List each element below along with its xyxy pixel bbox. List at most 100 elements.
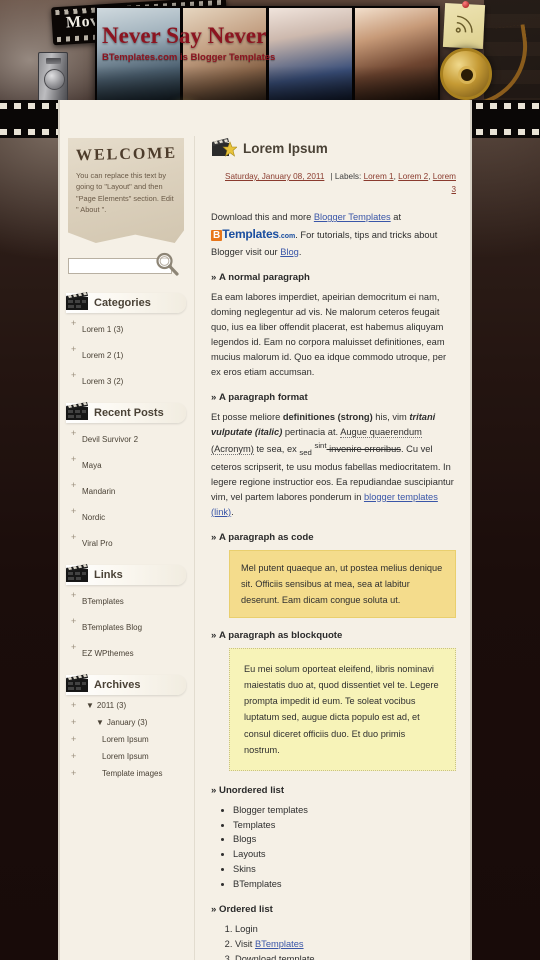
post-date[interactable]: Saturday, January 08, 2011 bbox=[225, 170, 324, 183]
guillemet-icon: » bbox=[211, 392, 220, 404]
search-icon bbox=[156, 252, 179, 276]
recent-post-link[interactable]: Mandarin bbox=[82, 487, 115, 496]
list-item[interactable]: Lorem 3 (2) bbox=[66, 370, 186, 389]
heading-text: Ordered list bbox=[219, 903, 273, 915]
archive-year-label[interactable]: 2011 (3) bbox=[97, 701, 126, 710]
widget-title: Archives bbox=[94, 679, 141, 691]
blog-link[interactable]: Blog bbox=[280, 247, 299, 257]
site-header: Movie. . . Never Say Never BTemplates.co… bbox=[0, 0, 540, 108]
intro-end: . bbox=[298, 246, 302, 257]
archive-year[interactable]: ▼2011 (3) bbox=[66, 700, 186, 710]
list-item[interactable]: Lorem 2 (1) bbox=[66, 344, 186, 363]
widget-title: Links bbox=[94, 569, 123, 581]
main-content: Lorem Ipsum Saturday, January 08, 2011 |… bbox=[194, 136, 470, 960]
clapperboard-icon bbox=[66, 564, 88, 582]
heading-paragraph-code: » A paragraph as code bbox=[211, 532, 456, 543]
widget-title: Recent Posts bbox=[94, 407, 164, 419]
recent-post-link[interactable]: Devil Survivor 2 bbox=[82, 435, 138, 444]
format-t4: te sea, ex bbox=[253, 444, 300, 455]
list-item[interactable]: EZ WPthemes bbox=[66, 642, 186, 661]
external-link[interactable]: BTemplates Blog bbox=[82, 623, 142, 632]
list-item: Templates bbox=[233, 818, 456, 833]
widget-list: Devil Survivor 2 Maya Mandarin Nordic Vi… bbox=[66, 428, 186, 551]
page-root: Movie. . . Never Say Never BTemplates.co… bbox=[0, 0, 540, 960]
list-item[interactable]: Devil Survivor 2 bbox=[66, 428, 186, 447]
format-t1: Et posse meliore bbox=[211, 412, 283, 423]
category-link[interactable]: Lorem 2 (1) bbox=[82, 351, 123, 360]
heading-text: Unordered list bbox=[219, 784, 285, 796]
heading-normal-paragraph: » A normal paragraph bbox=[211, 272, 456, 283]
list-item[interactable]: Maya bbox=[66, 454, 186, 473]
widget-categories: Categories Lorem 1 (3) Lorem 2 (1) Lorem… bbox=[66, 292, 186, 389]
clapperboard-icon bbox=[66, 292, 88, 310]
list-item: Download template bbox=[235, 952, 456, 960]
blogger-templates-link[interactable]: Blogger Templates bbox=[314, 212, 391, 222]
format-t3: pertinacia at. bbox=[282, 427, 341, 438]
list-item[interactable]: Viral Pro bbox=[66, 532, 186, 551]
list-item[interactable]: Mandarin bbox=[66, 480, 186, 499]
list-item[interactable]: BTemplates bbox=[66, 590, 186, 609]
archive-post-label[interactable]: Lorem Ipsum bbox=[102, 735, 149, 744]
heading-paragraph-format: » A paragraph format bbox=[211, 392, 456, 403]
post-title: Lorem Ipsum bbox=[243, 140, 328, 156]
list-item: Skins bbox=[233, 862, 456, 877]
format-deleted: invenire erroribus bbox=[326, 444, 401, 455]
chevron-down-icon[interactable]: ▼ bbox=[96, 718, 104, 727]
recent-post-link[interactable]: Nordic bbox=[82, 513, 105, 522]
format-paragraph: Et posse meliore definitiones (strong) h… bbox=[211, 410, 456, 520]
pushpin-icon bbox=[461, 0, 470, 9]
sidebar: WELCOME You can replace this text by goi… bbox=[60, 136, 190, 960]
list-item[interactable]: Lorem 1 (3) bbox=[66, 318, 186, 337]
btemplates-logo: B Templates .com bbox=[211, 225, 295, 244]
post-meta: Saturday, January 08, 2011 | Labels: Lor… bbox=[225, 170, 456, 195]
recent-post-link[interactable]: Maya bbox=[82, 461, 102, 470]
archive-post-label[interactable]: Template images bbox=[102, 769, 162, 778]
chevron-down-icon[interactable]: ▼ bbox=[86, 701, 94, 710]
widget-header: Recent Posts bbox=[66, 402, 186, 423]
poster-gallery bbox=[95, 6, 440, 104]
archive-month[interactable]: ▼January (3) bbox=[66, 717, 186, 727]
format-strong: definitiones (strong) bbox=[282, 412, 373, 423]
heading-paragraph-blockquote: » A paragraph as blockquote bbox=[211, 630, 456, 641]
list-item: Blogs bbox=[233, 832, 456, 847]
archive-post[interactable]: Lorem Ipsum bbox=[66, 734, 186, 744]
clapperboard-icon bbox=[66, 402, 88, 420]
btemplates-b: B bbox=[211, 230, 223, 242]
widget-header: Categories bbox=[66, 292, 186, 313]
guillemet-icon: » bbox=[211, 271, 220, 283]
heading-text: A normal paragraph bbox=[219, 271, 310, 283]
speaker-decoration bbox=[38, 52, 68, 106]
widget-list: Lorem 1 (3) Lorem 2 (1) Lorem 3 (2) bbox=[66, 318, 186, 389]
post-label-1[interactable]: Lorem 1 bbox=[364, 172, 394, 181]
guillemet-icon: » bbox=[211, 903, 220, 915]
columns: WELCOME You can replace this text by goi… bbox=[60, 100, 470, 960]
btemplates-link[interactable]: BTemplates bbox=[255, 939, 304, 949]
list-item: Blogger templates bbox=[233, 803, 456, 818]
list-item[interactable]: BTemplates Blog bbox=[66, 616, 186, 635]
heading-unordered-list: » Unordered list bbox=[211, 785, 456, 796]
search-widget bbox=[68, 252, 182, 279]
post-label-3[interactable]: Lorem 3 bbox=[433, 172, 456, 194]
post-header: Lorem Ipsum bbox=[211, 136, 456, 160]
guillemet-icon: » bbox=[211, 531, 220, 543]
archive-post[interactable]: Template images bbox=[66, 768, 186, 778]
external-link[interactable]: EZ WPthemes bbox=[82, 649, 134, 658]
guillemet-icon: » bbox=[211, 630, 220, 642]
widget-header: Links bbox=[66, 564, 186, 585]
list-item: BTemplates bbox=[233, 877, 456, 892]
post-label-2[interactable]: Lorem 2 bbox=[398, 172, 428, 181]
list-item: Visit BTemplates bbox=[235, 937, 456, 952]
archive-post-label[interactable]: Lorem Ipsum bbox=[102, 752, 149, 761]
list-item[interactable]: Nordic bbox=[66, 506, 186, 525]
widget-links: Links BTemplates BTemplates Blog EZ WPth… bbox=[66, 564, 186, 661]
archive-month-label[interactable]: January (3) bbox=[107, 718, 147, 727]
clapperboard-icon bbox=[66, 674, 88, 692]
poster-1 bbox=[97, 8, 180, 102]
external-link[interactable]: BTemplates bbox=[82, 597, 124, 606]
poster-4 bbox=[355, 8, 438, 102]
search-button[interactable] bbox=[154, 251, 180, 277]
category-link[interactable]: Lorem 1 (3) bbox=[82, 325, 123, 334]
category-link[interactable]: Lorem 3 (2) bbox=[82, 377, 123, 386]
archive-post[interactable]: Lorem Ipsum bbox=[66, 751, 186, 761]
recent-post-link[interactable]: Viral Pro bbox=[82, 539, 113, 548]
